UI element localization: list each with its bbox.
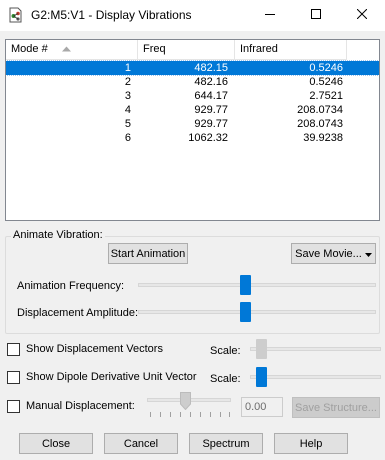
cell-freq: 929.77 (194, 104, 228, 116)
animate-vibration-legend: Animate Vibration: (11, 229, 105, 241)
vectors-scale-label: Scale: (210, 345, 241, 357)
table-row[interactable]: 1 482.15 0.5246 (6, 60, 379, 76)
sort-ascending-icon (62, 40, 71, 59)
start-animation-button[interactable]: Start Animation (108, 243, 188, 264)
manual-displacement-ticks (150, 412, 230, 417)
window-title: G2:M5:V1 - Display Vibrations (31, 8, 192, 22)
show-displacement-vectors-label: Show Displacement Vectors (26, 343, 163, 355)
list-header: Mode # Freq Infrared (6, 40, 379, 60)
save-structure-button[interactable]: Save Structure... (292, 397, 380, 418)
vibration-mode-list[interactable]: Mode # Freq Infrared 1 482.15 0.5246 2 482.1… (5, 39, 380, 221)
cell-ir: 208.0734 (297, 104, 343, 116)
spectrum-button[interactable]: Spectrum (189, 433, 263, 454)
displacement-amplitude-label: Displacement Amplitude: (17, 307, 139, 319)
column-label: Mode # (11, 43, 48, 55)
button-label: Save Structure... (295, 401, 377, 414)
vectors-scale-slider[interactable] (256, 339, 267, 359)
animation-frequency-track[interactable] (138, 283, 376, 287)
displacement-amplitude-slider[interactable] (240, 302, 251, 322)
show-dipole-derivative-label: Show Dipole Derivative Unit Vector (26, 371, 197, 383)
cell-freq: 482.16 (194, 76, 228, 88)
animation-frequency-slider[interactable] (240, 275, 251, 295)
cell-ir: 0.5246 (309, 62, 343, 74)
table-row[interactable]: 2 482.16 0.5246 (6, 75, 379, 89)
table-row[interactable]: 5 929.77 208.0743 (6, 117, 379, 131)
manual-displacement-slider[interactable] (180, 392, 191, 411)
manual-displacement-label: Manual Displacement: (26, 400, 135, 412)
dipole-scale-slider[interactable] (256, 367, 267, 387)
cell-freq: 482.15 (194, 62, 228, 74)
button-label: Save Movie... (295, 247, 362, 260)
cell-mode: 1 (124, 62, 131, 74)
table-row[interactable]: 4 929.77 208.0734 (6, 103, 379, 117)
button-label: Help (299, 437, 323, 450)
minimize-icon (265, 9, 275, 22)
cell-mode: 4 (124, 104, 131, 116)
vectors-scale-track[interactable] (250, 347, 381, 351)
cell-freq: 644.17 (194, 90, 228, 102)
button-label: Cancel (123, 437, 159, 450)
close-button[interactable]: Close (19, 433, 93, 454)
help-button[interactable]: Help (274, 433, 348, 454)
save-movie-button[interactable]: Save Movie... (291, 243, 376, 264)
chevron-down-icon (364, 248, 372, 260)
cell-ir: 0.5246 (309, 76, 343, 88)
close-icon (356, 8, 368, 22)
cell-mode: 2 (124, 76, 131, 88)
dipole-scale-label: Scale: (210, 373, 241, 385)
cell-ir: 2.7521 (309, 90, 343, 102)
maximize-icon (311, 9, 321, 22)
displacement-amplitude-track[interactable] (138, 310, 376, 314)
cell-ir: 39.9238 (303, 132, 343, 144)
cell-mode: 6 (124, 132, 131, 144)
table-row[interactable]: 3 644.17 2.7521 (6, 89, 379, 103)
animation-frequency-label: Animation Frequency: (17, 280, 124, 292)
column-header-freq[interactable]: Freq (138, 40, 235, 60)
table-row[interactable]: 6 1062.32 39.9238 (6, 131, 379, 145)
column-label: Infrared (240, 43, 278, 55)
cell-mode: 3 (124, 90, 131, 102)
cancel-button[interactable]: Cancel (104, 433, 178, 454)
cell-ir: 208.0743 (297, 118, 343, 130)
cell-freq: 929.77 (194, 118, 228, 130)
minimize-button[interactable] (247, 0, 293, 31)
button-label: Start Animation (110, 247, 186, 260)
button-label: Close (41, 437, 71, 450)
column-header-infrared[interactable]: Infrared (235, 40, 347, 60)
button-label: Spectrum (202, 437, 250, 450)
show-displacement-vectors-checkbox[interactable] (7, 343, 20, 356)
cell-freq: 1062.32 (188, 132, 228, 144)
title-bar: G2:M5:V1 - Display Vibrations (0, 0, 385, 31)
dipole-scale-track[interactable] (250, 375, 381, 379)
maximize-button[interactable] (293, 0, 339, 31)
molecule-document-icon (8, 7, 24, 23)
manual-displacement-value[interactable]: 0.00 (241, 397, 283, 417)
column-header-mode[interactable]: Mode # (6, 40, 138, 60)
manual-displacement-checkbox[interactable] (7, 400, 20, 413)
cell-mode: 5 (124, 118, 131, 130)
close-window-button[interactable] (339, 0, 385, 31)
column-label: Freq (143, 43, 166, 55)
show-dipole-derivative-checkbox[interactable] (7, 371, 20, 384)
